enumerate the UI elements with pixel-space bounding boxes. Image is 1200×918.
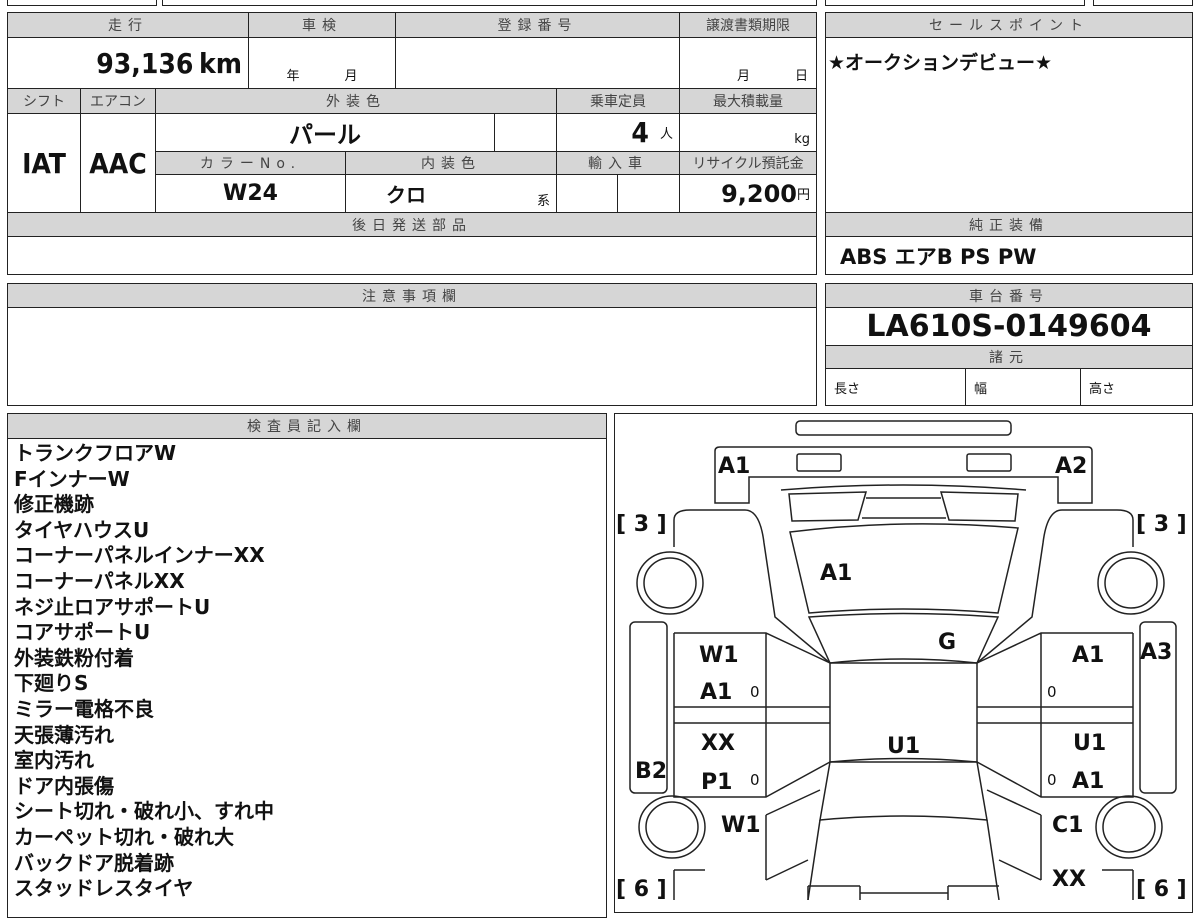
mark-front-door-left-2: P1 (701, 770, 732, 795)
mark-step-left: B2 (635, 759, 667, 784)
mark-rear-door-left-1: W1 (699, 643, 739, 668)
rear-bumper (795, 420, 1012, 436)
mark-zero: 0 (750, 683, 760, 701)
left-rear-fender (673, 509, 831, 664)
tread-depth-front-left: [ 6 ] (616, 877, 667, 900)
rear-lamp-right (966, 453, 1012, 472)
mark-rear-door-left-2: A1 (700, 680, 732, 705)
quarter-window-left (788, 491, 868, 522)
front-body (765, 789, 1042, 900)
mark-fender-right: C1 (1052, 813, 1083, 838)
wheel-front-right (1095, 795, 1163, 859)
car-diagram: [ 3 ] [ 3 ] [ 6 ] [ 6 ] A1 A2 A1 G W1 A1… (616, 420, 1187, 900)
mark-front-door-right-2: A1 (1072, 769, 1104, 794)
spoiler (780, 484, 1027, 491)
mark-zero: 0 (1047, 771, 1057, 789)
windshield (819, 757, 988, 821)
front-bumper (807, 885, 999, 900)
mark-front-right: XX (1052, 867, 1086, 892)
mark-zero: 0 (1047, 683, 1057, 701)
wheel-rear-right (1097, 551, 1165, 615)
mark-rear-glass: A1 (820, 561, 852, 586)
tread-depth-rear-left: [ 3 ] (616, 512, 667, 537)
mark-zero: 0 (750, 771, 760, 789)
mark-rear-door-right: A1 (1072, 643, 1104, 668)
back-door (714, 446, 1093, 504)
mark-fender-left: W1 (721, 813, 761, 838)
mark-front-door-right-1: U1 (1073, 731, 1106, 756)
wheel-front-left (638, 795, 706, 859)
rear-lamp-left (796, 453, 842, 472)
mark-cabin: U1 (887, 734, 920, 759)
mark-front-door-left-1: XX (701, 731, 735, 756)
mark-step-right: A3 (1140, 640, 1172, 665)
right-rear-fender (976, 509, 1134, 664)
tread-depth-rear-right: [ 3 ] (1136, 512, 1187, 537)
wheel-rear-left (636, 551, 704, 615)
mark-hatch-right: A2 (1055, 454, 1087, 479)
mark-roof: G (938, 630, 956, 655)
tread-depth-front-right: [ 6 ] (1136, 877, 1187, 900)
quarter-window-right (939, 491, 1019, 522)
mark-hatch-left: A1 (718, 454, 750, 479)
roof (807, 612, 1000, 664)
roof-rear (862, 497, 946, 519)
